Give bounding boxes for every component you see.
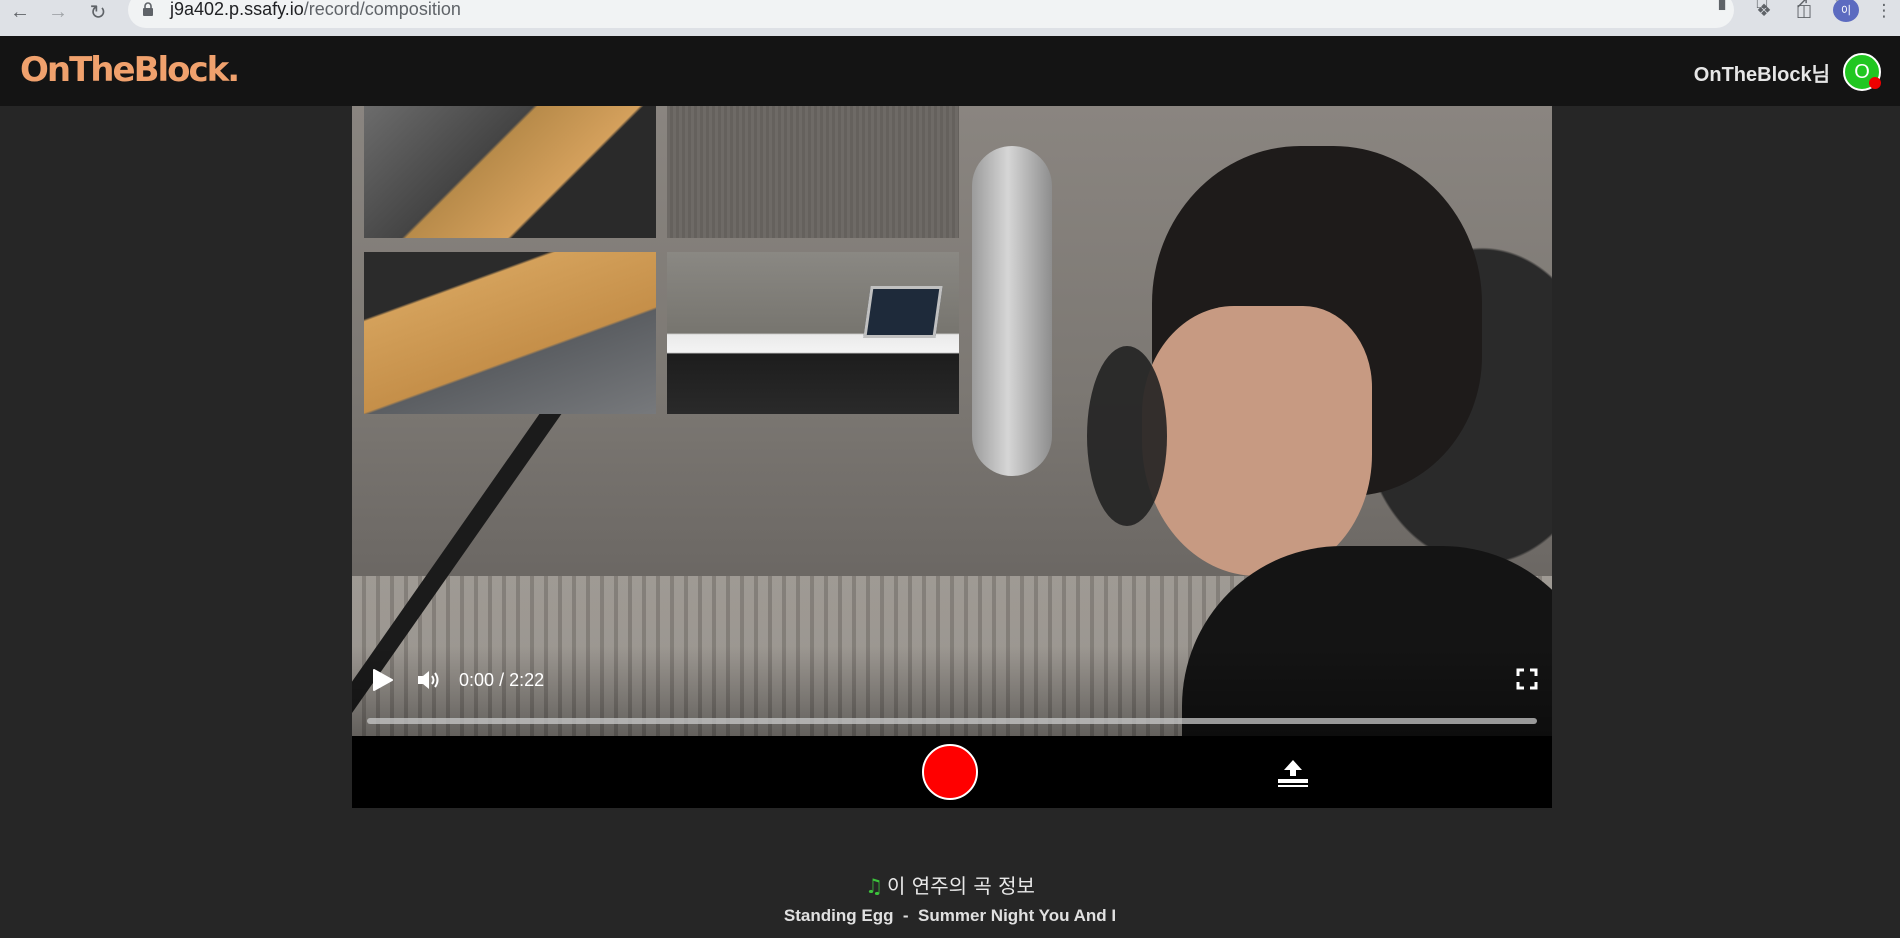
browser-profile-avatar[interactable]: 이 bbox=[1833, 0, 1859, 22]
video-player[interactable]: 0:00 / 2:22 bbox=[352, 106, 1552, 736]
video-singer-face bbox=[1142, 306, 1372, 576]
back-icon[interactable]: ← bbox=[6, 0, 34, 24]
song-artist: Standing Egg bbox=[783, 906, 894, 925]
video-controls: 0:00 / 2:22 bbox=[352, 646, 1552, 736]
menu-icon[interactable]: ⋮ bbox=[1870, 0, 1898, 22]
track-thumbnail-guitar-1[interactable] bbox=[364, 106, 656, 238]
url-text: j9a402.p.ssafy.io/record/composition bbox=[170, 0, 461, 20]
camera-icon[interactable]: ▮ bbox=[1708, 0, 1736, 14]
duration: 2:22 bbox=[509, 670, 545, 690]
status-dot bbox=[1869, 77, 1881, 89]
volume-icon[interactable] bbox=[416, 668, 442, 692]
music-note-icon: ♫ bbox=[865, 874, 884, 898]
fullscreen-icon[interactable] bbox=[1516, 668, 1538, 690]
song-meta: Standing Egg - Summer Night You And I bbox=[0, 906, 1900, 926]
app-logo[interactable]: OnTheBlock. bbox=[20, 50, 240, 90]
playback-time: 0:00 / 2:22 bbox=[459, 670, 544, 691]
time-separator: / bbox=[499, 670, 505, 690]
seek-bar[interactable] bbox=[367, 718, 1537, 724]
address-bar[interactable]: j9a402.p.ssafy.io/record/composition ▮ □… bbox=[128, 0, 1850, 28]
video-pop-filter bbox=[1087, 346, 1167, 526]
thumbnail-laptop bbox=[863, 286, 943, 338]
browser-toolbar: ← → ↻ j9a402.p.ssafy.io/record/compositi… bbox=[0, 0, 1900, 36]
lock-icon bbox=[143, 2, 153, 16]
current-time: 0:00 bbox=[459, 670, 495, 690]
play-icon[interactable] bbox=[370, 668, 394, 692]
extensions-icon[interactable]: ❖ bbox=[1750, 0, 1778, 22]
record-button[interactable] bbox=[922, 744, 978, 800]
song-title: Summer Night You And I bbox=[918, 906, 1117, 925]
track-thumbnail-guitar-2[interactable] bbox=[364, 252, 656, 414]
user-name[interactable]: OnTheBlock님 bbox=[1694, 58, 1830, 87]
track-thumbnail-empty-wall[interactable] bbox=[667, 106, 959, 238]
record-toolbar bbox=[352, 736, 1552, 808]
forward-icon[interactable]: → bbox=[44, 0, 72, 24]
url-path: /record/composition bbox=[303, 0, 461, 19]
side-panel-icon[interactable]: ◫ bbox=[1790, 0, 1818, 22]
reload-icon[interactable]: ↻ bbox=[84, 0, 112, 24]
upload-icon[interactable] bbox=[1276, 758, 1310, 788]
song-separator: - bbox=[902, 906, 909, 925]
song-info-heading-text: 이 연주의 곡 정보 bbox=[887, 874, 1035, 898]
app-header: OnTheBlock. OnTheBlock님 O bbox=[0, 36, 1900, 106]
url-host: j9a402.p.ssafy.io bbox=[170, 0, 304, 19]
video-microphone bbox=[972, 146, 1052, 476]
song-info-heading: ♫ 이 연주의 곡 정보 bbox=[0, 870, 1900, 899]
track-thumbnail-keyboard[interactable] bbox=[667, 252, 959, 414]
